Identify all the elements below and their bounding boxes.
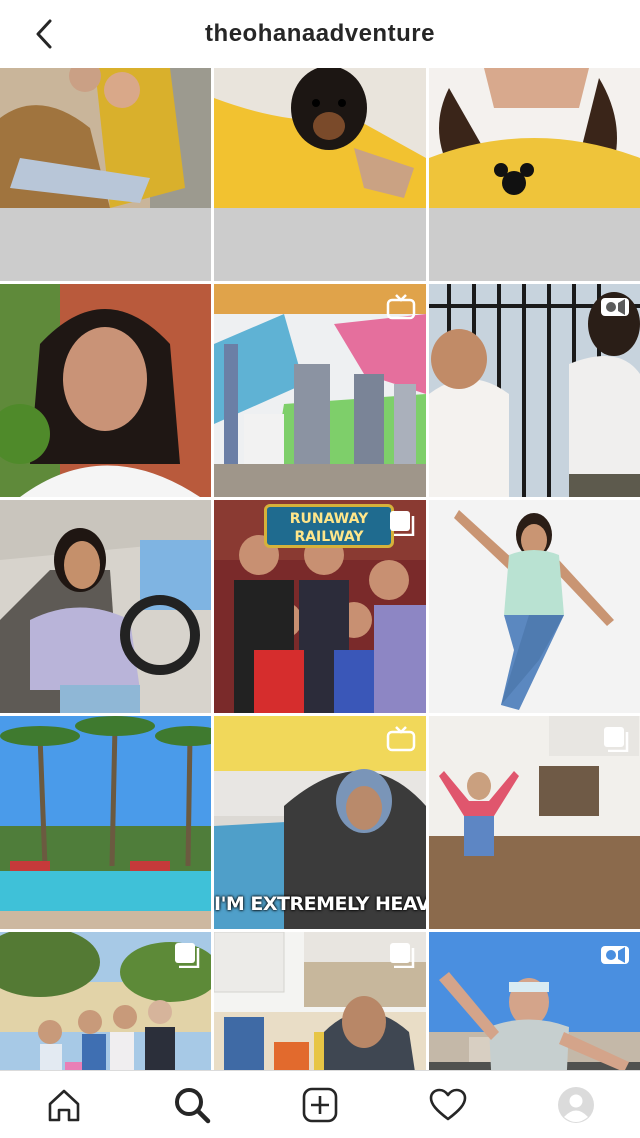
post-image xyxy=(429,500,640,713)
post-image xyxy=(214,68,426,208)
carousel-icon xyxy=(386,510,416,537)
carousel-icon xyxy=(600,726,630,753)
post-tile[interactable] xyxy=(429,68,640,281)
top-bar: theohanaadventure xyxy=(0,0,640,68)
page-title: theohanaadventure xyxy=(205,20,435,47)
nav-profile[interactable] xyxy=(544,1073,608,1137)
post-image xyxy=(429,68,640,208)
posts-grid: RUNAWAY RAILWAY I'M EXTREMELY HEAVY xyxy=(0,68,640,1138)
post-image xyxy=(0,284,211,497)
add-post-icon xyxy=(302,1087,338,1122)
arcade-sign: RUNAWAY RAILWAY xyxy=(264,504,394,548)
post-image xyxy=(0,716,211,929)
post-image xyxy=(0,500,211,713)
chevron-left-icon xyxy=(36,19,52,49)
back-button[interactable] xyxy=(28,18,60,50)
post-tile[interactable] xyxy=(0,68,211,281)
post-tile[interactable] xyxy=(429,500,640,713)
carousel-icon xyxy=(171,942,201,969)
post-tile[interactable] xyxy=(429,716,640,929)
post-tile[interactable] xyxy=(214,68,426,281)
nav-new-post[interactable] xyxy=(288,1073,352,1137)
nav-activity[interactable] xyxy=(416,1073,480,1137)
post-tile[interactable]: I'M EXTREMELY HEAVY xyxy=(214,716,426,929)
nav-home[interactable] xyxy=(32,1073,96,1137)
heart-icon xyxy=(429,1088,467,1120)
bottom-nav xyxy=(0,1070,640,1138)
nav-search[interactable] xyxy=(160,1073,224,1137)
igtv-icon xyxy=(386,726,416,752)
post-tile[interactable] xyxy=(429,284,640,497)
post-tile[interactable] xyxy=(0,500,211,713)
video-camera-icon xyxy=(600,942,630,968)
carousel-icon xyxy=(386,942,416,969)
post-tile[interactable] xyxy=(214,284,426,497)
search-icon xyxy=(175,1087,211,1123)
post-tile[interactable]: RUNAWAY RAILWAY xyxy=(214,500,426,713)
post-tile[interactable] xyxy=(0,284,211,497)
post-tile[interactable] xyxy=(0,716,211,929)
video-camera-icon xyxy=(600,294,630,320)
video-caption: I'M EXTREMELY HEAVY xyxy=(214,893,426,915)
home-icon xyxy=(48,1089,80,1121)
post-image xyxy=(0,68,211,208)
igtv-icon xyxy=(386,294,416,320)
avatar-icon xyxy=(558,1086,594,1123)
